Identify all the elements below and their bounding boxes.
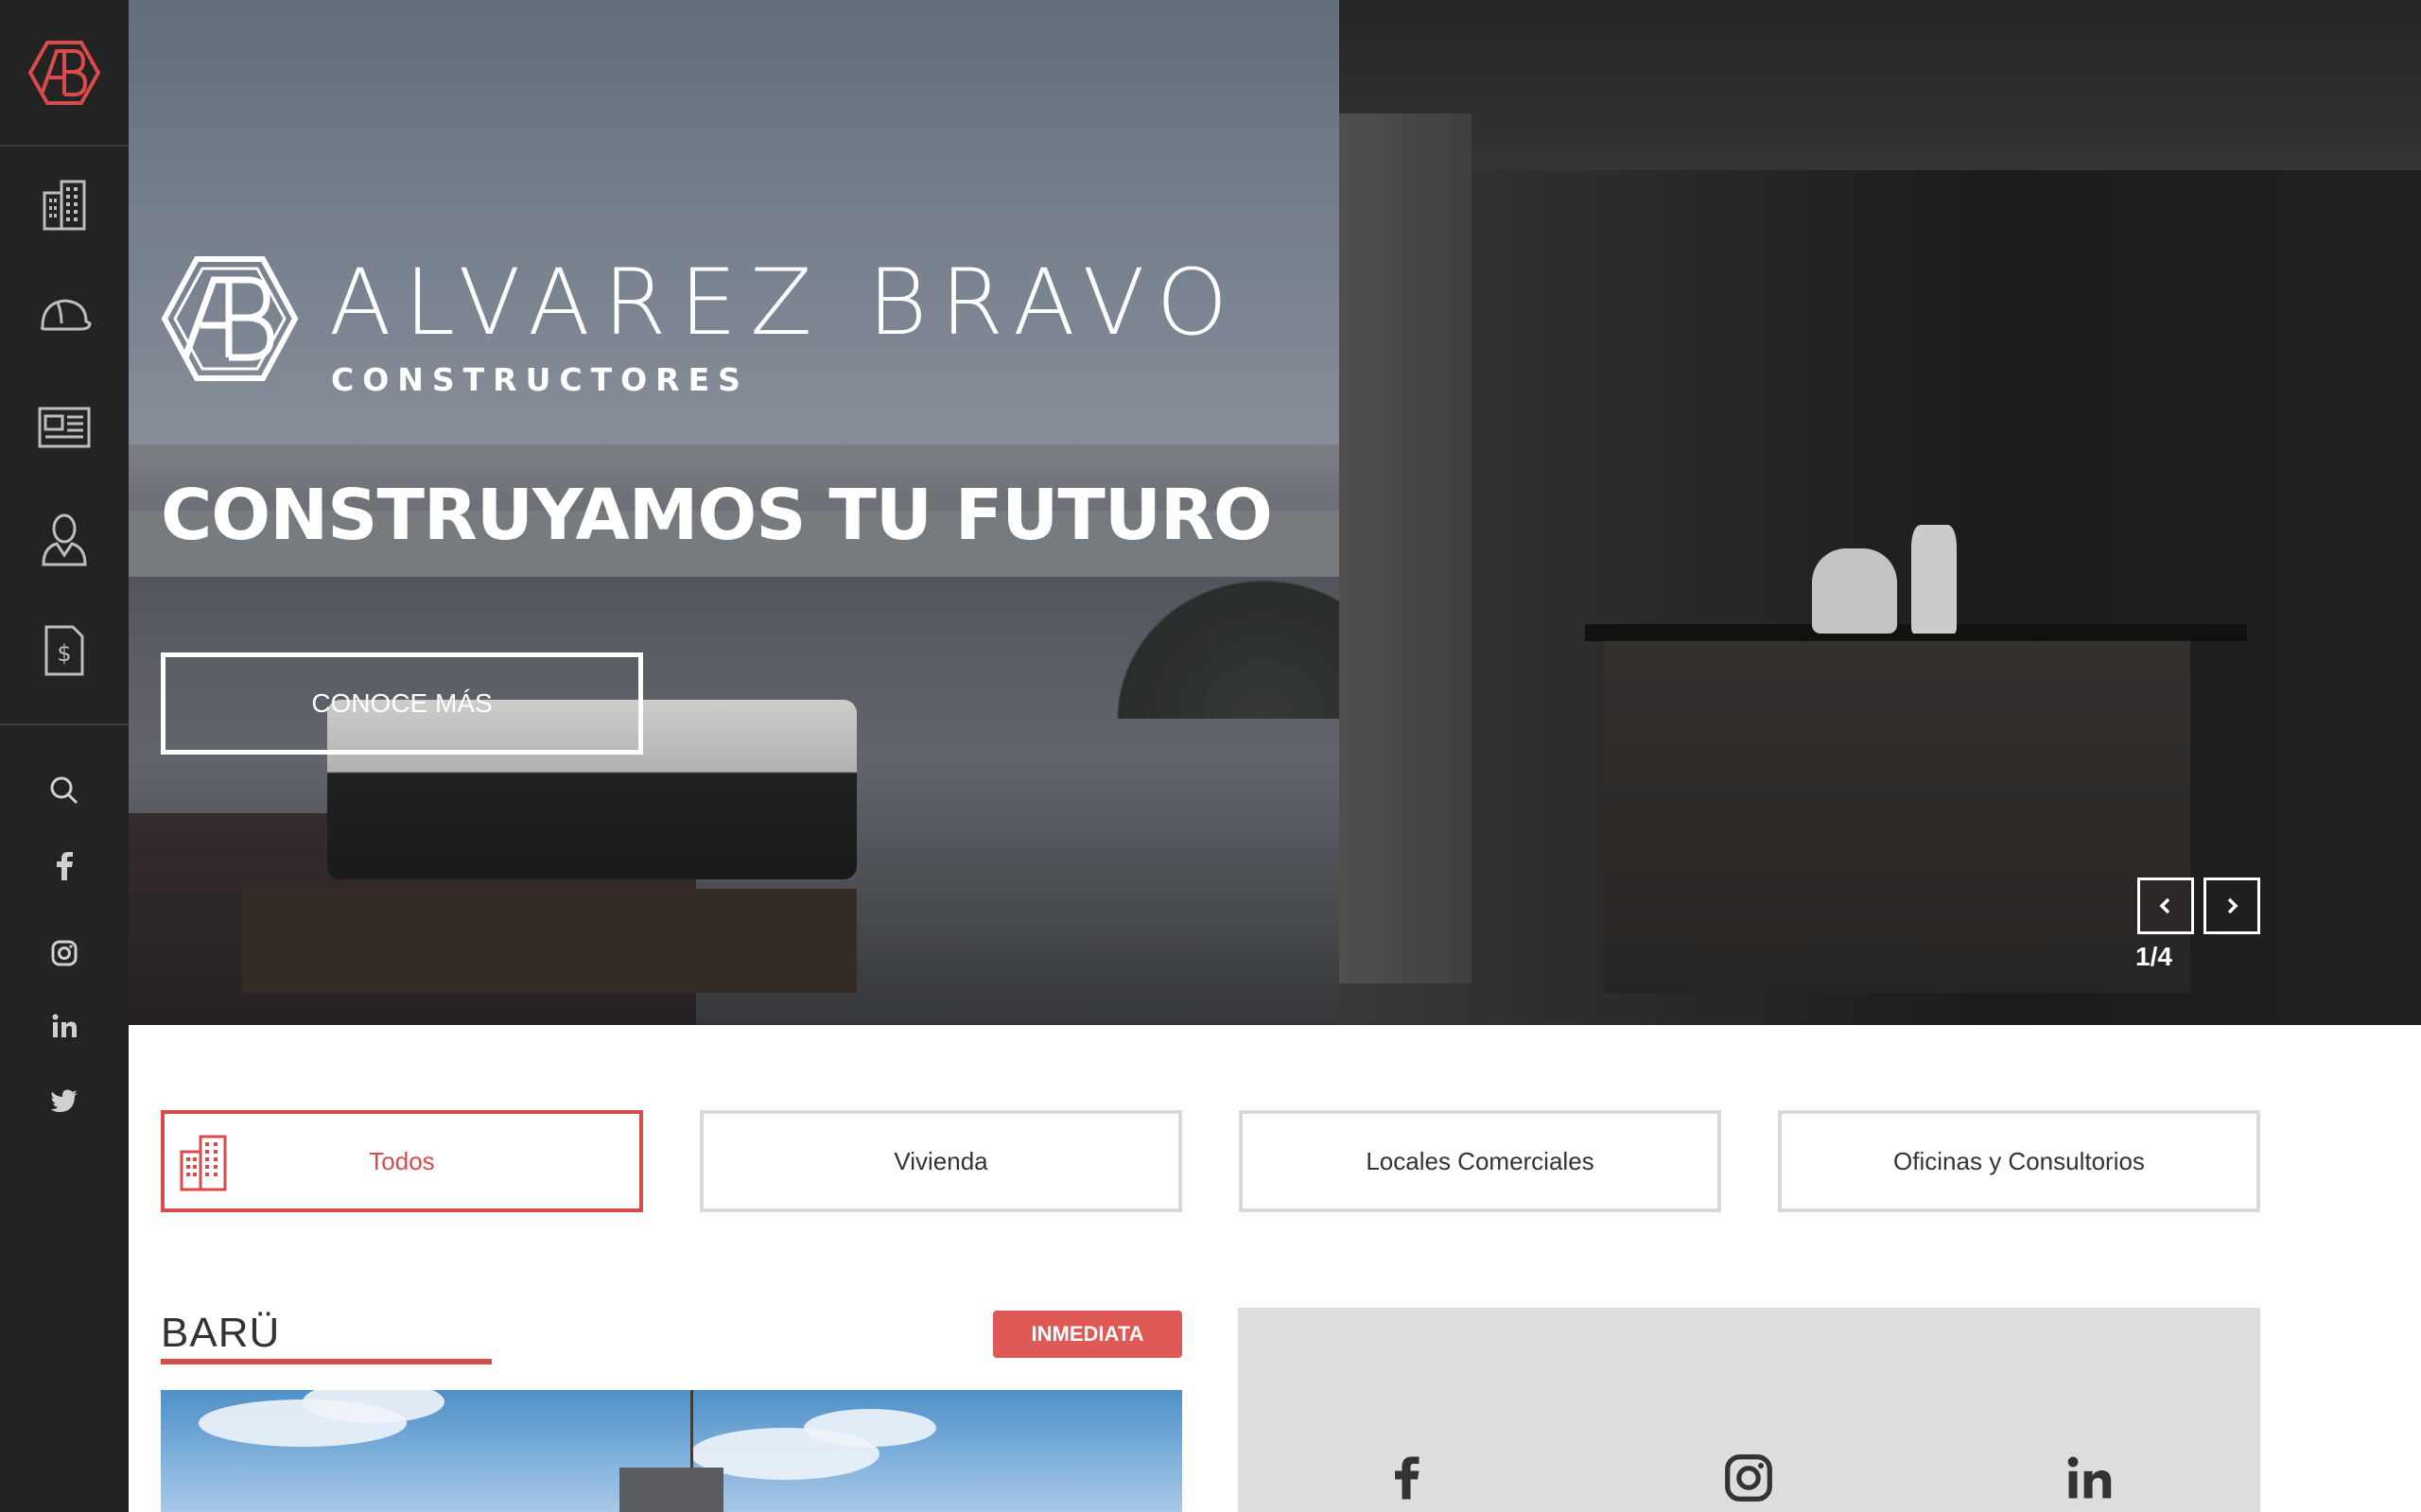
- conoce-mas-button[interactable]: CONOCE MÁS: [161, 652, 643, 755]
- person-icon: [42, 513, 87, 566]
- project-image[interactable]: [161, 1390, 1182, 1512]
- instagram-link[interactable]: [1720, 1450, 1777, 1506]
- ab-logo-icon: [161, 256, 299, 381]
- filter-todos[interactable]: Todos: [161, 1110, 643, 1212]
- status-badge: INMEDIATA: [993, 1311, 1182, 1358]
- facebook-link[interactable]: [1378, 1450, 1435, 1506]
- logo[interactable]: [0, 0, 129, 147]
- newspaper-icon: [38, 407, 91, 448]
- linkedin-link[interactable]: [0, 998, 129, 1054]
- facebook-icon: [57, 852, 73, 880]
- hero-slider: ALVAREZ BRAVO CONSTRUCTORES CONSTRUYAMOS…: [129, 0, 2421, 1025]
- slide-counter: 1/4: [2135, 942, 2172, 971]
- buildings-icon: [43, 180, 86, 231]
- search-icon: [50, 776, 78, 805]
- sidebar-item-constructora[interactable]: [0, 260, 129, 372]
- filter-label: Oficinas y Consultorios: [1893, 1146, 2145, 1175]
- filter-label: Vivienda: [894, 1146, 988, 1175]
- instagram-icon: [1725, 1454, 1772, 1502]
- brand-subtitle: CONSTRUCTORES: [331, 361, 749, 398]
- slider-prev-button[interactable]: [2137, 878, 2194, 934]
- chevron-left-icon: [2159, 897, 2170, 914]
- svg-text:$: $: [57, 640, 71, 667]
- hero-brand: ALVAREZ BRAVO CONSTRUCTORES: [161, 255, 1228, 416]
- project-title[interactable]: BARÜ: [161, 1310, 280, 1357]
- hard-hat-icon: [41, 299, 92, 331]
- facebook-link[interactable]: [0, 838, 129, 895]
- sidebar-item-contacto[interactable]: [0, 483, 129, 595]
- hero-title: CONSTRUYAMOS TU FUTURO: [161, 475, 1273, 556]
- slider-next-button[interactable]: [2203, 878, 2260, 934]
- project-filters: Todos Vivienda Locales Comerciales Ofici…: [161, 1110, 2260, 1212]
- chevron-right-icon: [2227, 897, 2238, 914]
- sidebar-nav: $: [0, 148, 129, 725]
- linkedin-icon: [2067, 1456, 2112, 1499]
- twitter-icon: [50, 1089, 78, 1112]
- sidebar-item-proyectos[interactable]: [0, 148, 129, 260]
- ab-logo-icon: [28, 40, 100, 105]
- social-feed-panel: [1238, 1308, 2260, 1512]
- buildings-icon: [180, 1135, 227, 1191]
- building: [619, 1468, 723, 1512]
- filter-locales-comerciales[interactable]: Locales Comerciales: [1239, 1110, 1721, 1212]
- filter-oficinas-consultorios[interactable]: Oficinas y Consultorios: [1778, 1110, 2260, 1212]
- filter-vivienda[interactable]: Vivienda: [700, 1110, 1182, 1212]
- filter-label: Todos: [369, 1146, 435, 1175]
- sidebar-item-noticias[interactable]: [0, 372, 129, 483]
- sidebar-item-cotizacion[interactable]: $: [0, 595, 129, 706]
- linkedin-icon: [52, 1014, 77, 1037]
- project-title-underline: [161, 1359, 492, 1364]
- cloud: [804, 1409, 936, 1447]
- linkedin-link[interactable]: [2061, 1450, 2117, 1506]
- instagram-icon: [51, 940, 78, 966]
- facebook-icon: [1395, 1456, 1420, 1500]
- twitter-link[interactable]: [0, 1073, 129, 1130]
- money-document-icon: $: [44, 625, 84, 676]
- sidebar: $: [0, 0, 129, 1512]
- instagram-link[interactable]: [0, 925, 129, 982]
- filter-label: Locales Comerciales: [1366, 1146, 1594, 1175]
- antenna: [690, 1390, 693, 1475]
- search-button[interactable]: [0, 762, 129, 819]
- brand-name: ALVAREZ BRAVO: [329, 250, 1242, 356]
